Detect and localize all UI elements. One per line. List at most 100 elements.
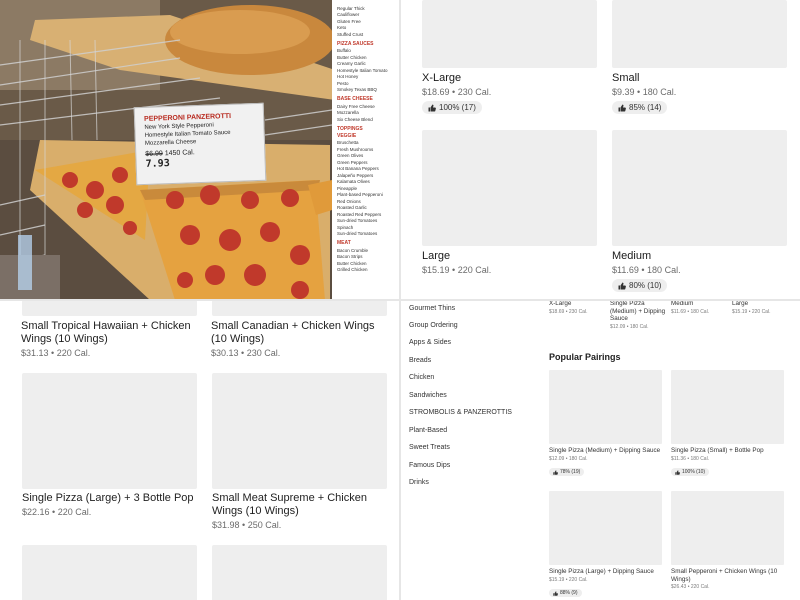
menu-item-price-value: $15.19 [422, 265, 450, 275]
combo-items-panel: Small Tropical Hawaiian + Chicken Wings … [0, 300, 400, 600]
menu-board-item: Keto [337, 25, 347, 30]
rating-badge: 88% (9) [549, 589, 582, 597]
section-heading-popular-pairings: Popular Pairings [549, 352, 621, 362]
rating-text: 80% (10) [629, 281, 662, 290]
menu-board-item: Green Peppers [337, 159, 368, 165]
menu-item-card[interactable]: X-Large $18.69 • 230 Cal. [549, 300, 607, 315]
menu-board-item: Fresh Mushrooms [337, 146, 374, 152]
sidebar-item-breads[interactable]: Breads [409, 357, 431, 364]
separator: • [565, 455, 568, 462]
menu-item-title: Single Pizza (Medium) + Dipping Sauce [610, 300, 666, 322]
thumbs-up-icon [428, 104, 436, 111]
menu-item-title: Small Tropical Hawaiian + Chicken Wings … [21, 320, 191, 345]
menu-item-card[interactable]: Small Pepperoni + Chicken Wings (10 Wing… [671, 491, 784, 590]
menu-item-title: X-Large [549, 300, 572, 307]
product-label-calories: 1450 Cal. [164, 149, 195, 158]
separator: • [51, 348, 55, 358]
menu-board-item: Jalapeño Peppers [337, 172, 374, 178]
menu-item-card[interactable]: Single Pizza (Large) + 3 Bottle Pop $22.… [22, 373, 197, 517]
menu-item-image [212, 373, 387, 489]
sidebar-item-group-ordering[interactable]: Group Ordering [409, 322, 458, 329]
menu-item-card[interactable]: Small Tropical Hawaiian + Chicken Wings … [21, 320, 201, 358]
menu-item-title: Small Pepperoni + Chicken Wings (10 Wing… [671, 568, 778, 583]
menu-board-item: Homestyle Italian Tomato [337, 67, 388, 73]
menu-board-item: Bacon Crumble [337, 247, 369, 253]
sidebar-item-apps-sides[interactable]: Apps & Sides [409, 339, 451, 346]
menu-item-price: $18.69 • 230 Cal. [422, 87, 597, 97]
menu-board-item: Six Cheese Blend [337, 116, 373, 122]
menu-board-heading: BASE CHEESE [337, 96, 373, 102]
menu-board-item: Roasted Garlic [337, 205, 367, 210]
menu-item-price-value: $18.69 [549, 308, 565, 315]
menu-item-title: Medium [612, 250, 652, 262]
menu-item-title: Large [732, 300, 749, 307]
sidebar-item-sweet-treats[interactable]: Sweet Treats [409, 444, 450, 451]
sidebar-item-famous-dips[interactable]: Famous Dips [409, 462, 450, 469]
rating-badge: 78% (19) [549, 468, 585, 476]
menu-board-item: Kalamata Olives [337, 179, 370, 184]
menu-item-card[interactable]: Large $15.19 • 220 Cal. [732, 300, 792, 315]
menu-board-item: Hot Banana Peppers [337, 166, 379, 171]
menu-item-price-value: $11.69 [612, 265, 639, 275]
sidebar-item-strombolis-panzerottis[interactable]: STROMBOLIS & PANZEROTTIS [409, 409, 512, 416]
menu-board-item: Dairy Free Cheese [337, 103, 375, 109]
menu-item-card[interactable]: Small Canadian + Chicken Wings (10 Wings… [211, 320, 391, 358]
menu-board-item: Pineapple [337, 185, 358, 191]
menu-item-price: $11.36 • 180 Cal. [671, 456, 784, 462]
menu-board-item: Regular Thick [337, 5, 365, 11]
menu-item-calories: 180 Cal. [642, 87, 677, 97]
menu-board-item: Gluten Free [337, 18, 361, 24]
thumbs-up-icon [675, 469, 680, 475]
separator: • [637, 87, 641, 97]
sidebar-item-drinks[interactable]: Drinks [409, 479, 429, 486]
menu-item-card[interactable]: X-Large $18.69 • 230 Cal. 100% (17) [422, 0, 597, 117]
store-photo: PEPPERONI PANZEROTTI New York Style Pepp… [0, 0, 400, 300]
menu-board-heading: VEGGIE [337, 132, 357, 139]
menu-item-card[interactable]: Single Pizza (Medium) + Dipping Sauce $1… [549, 370, 662, 480]
menu-item-price: $15.19 • 220 Cal. [422, 265, 597, 275]
menu-board-heading: MEAT [337, 240, 351, 246]
product-label-line: Mozzarella Cheese [144, 139, 197, 147]
menu-item-image [612, 0, 787, 68]
sidebar-item-plant-based[interactable]: Plant-Based [409, 427, 447, 434]
separator: • [452, 265, 456, 275]
rating-badge: 85% (14) [612, 101, 668, 114]
menu-item-title: Single Pizza (Medium) + Dipping Sauce [549, 447, 661, 454]
menu-item-price-value: $15.19 [732, 308, 748, 315]
menu-item-calories: 230 Cal. [246, 348, 281, 358]
sidebar-item-chicken[interactable]: Chicken [409, 374, 434, 381]
separator: • [452, 87, 456, 97]
separator: • [242, 520, 246, 530]
menu-item-title: Small Canadian + Chicken Wings (10 Wings… [211, 320, 375, 345]
menu-board-crusts: Regular Thick Cauliflower Gluten Free Ke… [337, 6, 395, 37]
menu-item-price-value: $30.13 [211, 348, 239, 358]
thumbs-up-icon [618, 282, 626, 289]
separator: • [565, 308, 568, 315]
menu-item-image [212, 300, 387, 316]
menu-item-image [22, 373, 197, 489]
menu-board-item: Sun-dried Tomatoes [337, 218, 378, 223]
size-options-panel: X-Large $18.69 • 230 Cal. 100% (17) Smal… [400, 0, 800, 300]
menu-item-card[interactable]: Medium $11.69 • 180 Cal. [671, 300, 729, 315]
menu-item-card[interactable]: Single Pizza (Large) + Dipping Sauce $15… [549, 491, 662, 600]
menu-board-item: Bruschetta [337, 140, 359, 145]
menu-item-image [612, 130, 787, 246]
menu-board-item: Pesto [337, 80, 349, 86]
menu-board-item: Butter Chicken [337, 260, 367, 266]
sidebar-item-gourmet-thins[interactable]: Gourmet Thins [409, 305, 455, 312]
menu-item-card[interactable]: Large $15.19 • 220 Cal. [422, 130, 597, 275]
menu-item-calories: 220 Cal. [690, 584, 710, 590]
menu-item-card[interactable]: Medium $11.69 • 180 Cal. 80% (10) [612, 130, 787, 295]
menu-item-card[interactable]: Small Meat Supreme + Chicken Wings (10 W… [212, 373, 387, 530]
menu-item-price: $30.13 • 230 Cal. [211, 348, 391, 358]
menu-item-price: $11.69 • 180 Cal. [671, 309, 729, 315]
menu-board-item: Buffalo [337, 48, 351, 53]
menu-item-price: $22.16 • 220 Cal. [22, 507, 197, 517]
menu-item-image [22, 545, 197, 600]
menu-item-title: Single Pizza (Large) + Dipping Sauce [549, 568, 654, 575]
sidebar-item-sandwiches[interactable]: Sandwiches [409, 392, 447, 399]
menu-item-card[interactable]: Small $9.39 • 180 Cal. 85% (14) [612, 0, 787, 117]
menu-item-card[interactable]: Single Pizza (Medium) + Dipping Sauce $1… [610, 300, 670, 330]
menu-item-card[interactable]: Single Pizza (Small) + Bottle Pop $11.36… [671, 370, 784, 480]
menu-board-item: Smokey Texas BBQ [337, 87, 377, 92]
